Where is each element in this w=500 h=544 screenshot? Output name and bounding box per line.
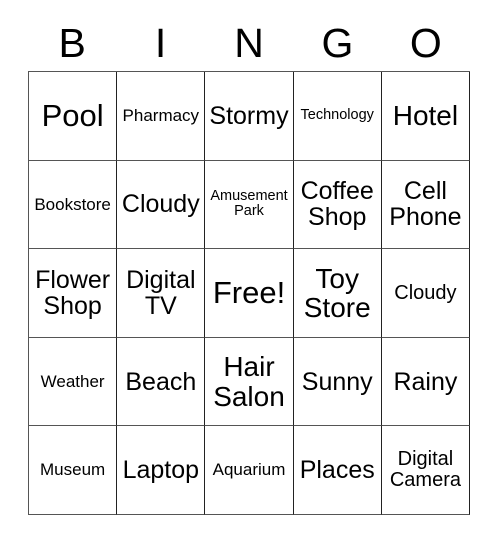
bingo-cell-label: Pharmacy [122, 105, 200, 125]
bingo-cell-beach[interactable]: Beach [117, 337, 206, 427]
bingo-cell-label: Coffee Shop [300, 177, 374, 232]
bingo-grid: Pool Pharmacy Stormy Technology Hotel Booksto… [28, 71, 471, 515]
bingo-cell-label: Cell Phone [389, 177, 462, 232]
bingo-cell-free[interactable]: Free! [205, 249, 294, 338]
bingo-cell-label: Cloudy [121, 190, 200, 219]
bingo-cell-label: Digital TV [126, 265, 196, 320]
bingo-cell-label: Hair Salon [213, 351, 285, 412]
bingo-cell-label: Museum [40, 460, 106, 480]
bingo-cell-label: Digital Camera [389, 448, 461, 492]
bingo-cell-cell-phone[interactable]: Cell Phone [381, 160, 471, 250]
bingo-cell-rainy[interactable]: Rainy [381, 337, 471, 427]
bingo-cell-pool[interactable]: Pool [29, 72, 118, 161]
bingo-header-letter-o: O [409, 20, 442, 66]
bingo-cell-label: Stormy [209, 101, 289, 130]
bingo-row: Pool Pharmacy Stormy Technology Hotel [29, 72, 471, 161]
bingo-cell-label: Aquarium [212, 460, 286, 480]
bingo-cell-cloudy[interactable]: Cloudy [381, 249, 471, 338]
bingo-cell-label: Weather [40, 371, 105, 391]
bingo-header-letter-g: G [321, 20, 354, 66]
bingo-cell-label: Free! [212, 274, 286, 310]
bingo-row: Bookstore Cloudy Amusement Park Coffee Shop… [29, 160, 471, 250]
bingo-header: BINGO [28, 16, 470, 71]
bingo-cell-label: Pool [41, 97, 104, 133]
bingo-cell-digital-tv[interactable]: Digital TV [117, 249, 206, 338]
bingo-cell-technology[interactable]: Technology [293, 72, 382, 161]
bingo-cell-label: Technology [300, 107, 374, 124]
bingo-cell-hair-salon[interactable]: Hair Salon [205, 337, 294, 427]
bingo-cell-aquarium[interactable]: Aquarium [205, 426, 294, 515]
bingo-cell-cloudy[interactable]: Cloudy [117, 160, 206, 250]
bingo-cell-flower-shop[interactable]: Flower Shop [29, 249, 118, 338]
bingo-cell-hotel[interactable]: Hotel [381, 72, 471, 161]
bingo-cell-stormy[interactable]: Stormy [205, 72, 294, 161]
bingo-cell-label: Hotel [392, 100, 459, 132]
bingo-header-letter-i: I [154, 20, 167, 66]
bingo-row: Flower Shop Digital TV Free! Toy Store Cloud… [29, 249, 471, 338]
bingo-row: Weather Beach Hair Salon Sunny Rainy [29, 337, 471, 427]
bingo-row: Museum Laptop Aquarium Places Digital Camera [29, 426, 471, 515]
bingo-card: B I N G O Pool Pharmacy Stormy Technology Hotel B… [0, 0, 500, 544]
bingo-cell-label: Flower Shop [35, 265, 111, 320]
bingo-cell-label: Toy Store [303, 262, 371, 323]
bingo-cell-amusement-park[interactable]: Amusement Park [205, 160, 294, 250]
bingo-cell-weather[interactable]: Weather [29, 337, 118, 427]
bingo-cell-laptop[interactable]: Laptop [117, 426, 206, 515]
bingo-cell-label: Laptop [122, 456, 200, 485]
bingo-cell-coffee-shop[interactable]: Coffee Shop [293, 160, 382, 250]
bingo-cell-label: Rainy [393, 367, 458, 396]
bingo-cell-label: Cloudy [394, 281, 457, 304]
bingo-cell-toy-store[interactable]: Toy Store [293, 249, 382, 338]
bingo-cell-label: Sunny [301, 367, 373, 396]
bingo-cell-sunny[interactable]: Sunny [293, 337, 382, 427]
bingo-cell-bookstore[interactable]: Bookstore [29, 160, 118, 250]
bingo-cell-digital-camera[interactable]: Digital Camera [381, 426, 471, 515]
bingo-cell-label: Places [299, 456, 375, 485]
bingo-cell-pharmacy[interactable]: Pharmacy [117, 72, 206, 161]
bingo-cell-label: Beach [125, 367, 197, 396]
bingo-cell-places[interactable]: Places [293, 426, 382, 515]
bingo-header-letter-b: B [58, 20, 86, 66]
bingo-header-letter-n: N [234, 20, 264, 66]
bingo-cell-museum[interactable]: Museum [29, 426, 118, 515]
bingo-cell-label: Amusement Park [210, 188, 288, 220]
bingo-cell-label: Bookstore [34, 194, 111, 214]
